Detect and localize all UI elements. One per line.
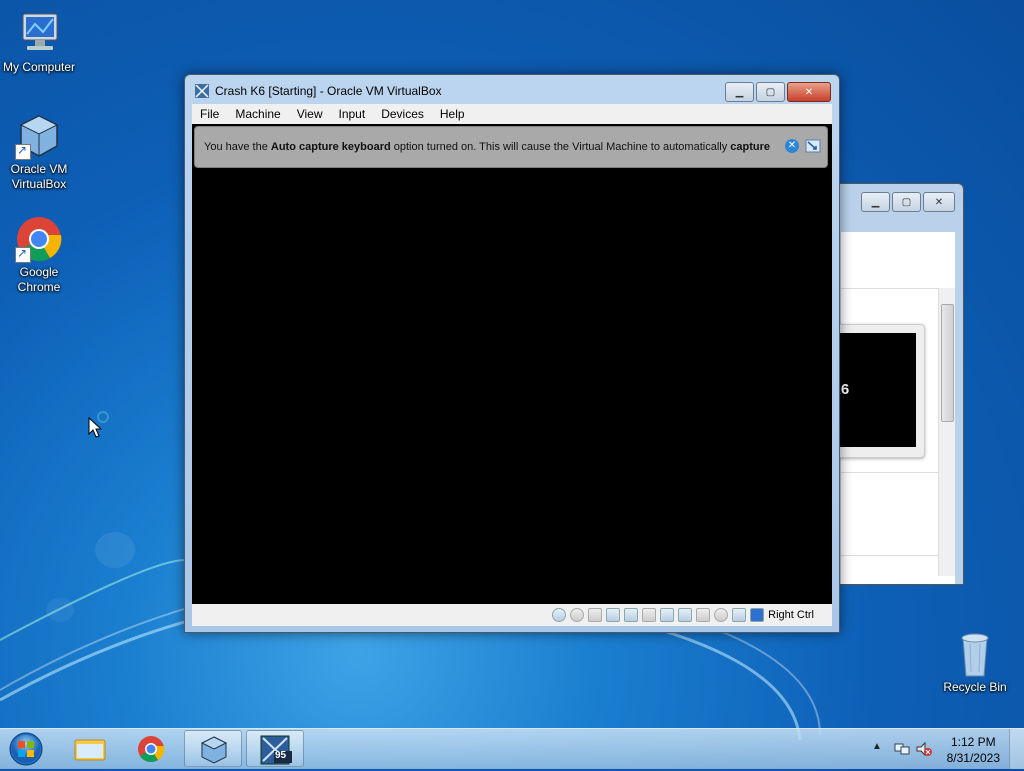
keyboard-capture-icon[interactable] [750, 608, 765, 622]
menu-view[interactable]: View [289, 107, 331, 121]
folder-icon [74, 739, 106, 761]
vm-os-badge: 95 [275, 750, 287, 761]
desktop-icon-virtualbox[interactable]: Oracle VM VirtualBox [0, 112, 78, 192]
desktop-icon-chrome[interactable]: Google Chrome [0, 215, 78, 295]
vm-window[interactable]: Crash K6 [Starting] - Oracle VM VirtualB… [184, 74, 840, 633]
menu-bar: File Machine View Input Devices Help [192, 104, 832, 124]
desktop-icon-label: My Computer [2, 60, 76, 74]
vertical-scrollbar[interactable] [938, 288, 955, 576]
volume-muted-icon[interactable] [916, 741, 932, 757]
recycle-bin-icon [961, 633, 989, 677]
display-icon[interactable] [678, 608, 693, 622]
notice-pin-icon[interactable] [805, 139, 821, 153]
hard-disk-icon[interactable] [552, 608, 567, 622]
desktop-icon-label: Google Chrome [17, 265, 61, 294]
notice-close-icon[interactable]: ✕ [785, 139, 799, 153]
vm-preview-thumbnail: K6 [833, 324, 925, 458]
clock-date: 8/31/2023 [946, 751, 1000, 765]
taskbar-chrome[interactable] [122, 730, 180, 767]
notice-text: You have the Auto capture keyboard optio… [204, 141, 771, 153]
menu-input[interactable]: Input [331, 107, 374, 121]
minimize-button[interactable]: ▁ [725, 82, 754, 102]
menu-machine[interactable]: Machine [227, 107, 288, 121]
vm-status-bar: Right Ctrl [192, 604, 832, 626]
clock[interactable]: 1:12 PM 8/31/2023 [947, 734, 1000, 766]
mouse-cursor-busy-icon [88, 411, 109, 438]
desktop-icon-label: Oracle VM VirtualBox [10, 162, 68, 191]
shared-folders-icon[interactable] [660, 608, 675, 622]
taskbar-explorer[interactable] [60, 730, 118, 767]
virtualbox-app-icon [195, 84, 209, 98]
mouse-integration-icon[interactable] [732, 608, 747, 622]
window-title: Crash K6 [Starting] - Oracle VM VirtualB… [215, 84, 442, 98]
usb-icon[interactable] [642, 608, 657, 622]
desktop-icon-label: Recycle Bin [943, 680, 1007, 694]
menu-file[interactable]: File [192, 107, 227, 121]
close-button[interactable]: ✕ [787, 82, 831, 102]
virtualbox-manager-window[interactable]: ▁ ▢ ✕ K6 [832, 183, 964, 585]
shortcut-arrow-icon [15, 246, 31, 263]
show-desktop-button[interactable] [1009, 729, 1024, 769]
maximize-button[interactable]: ▢ [892, 192, 921, 212]
floppy-icon[interactable] [588, 608, 603, 622]
clock-time: 1:12 PM [950, 735, 996, 749]
vm-display[interactable]: You have the Auto capture keyboard optio… [192, 124, 832, 604]
recording-icon[interactable] [696, 608, 711, 622]
start-button[interactable] [4, 730, 48, 768]
host-key-label: Right Ctrl [768, 609, 814, 621]
close-button[interactable]: ✕ [923, 192, 955, 212]
virtualization-icon[interactable] [714, 608, 729, 622]
taskbar-virtualbox-manager[interactable] [184, 730, 242, 767]
monitor-icon [22, 13, 58, 50]
auto-capture-notice: You have the Auto capture keyboard optio… [194, 126, 828, 168]
optical-drive-icon[interactable] [570, 608, 585, 622]
chrome-icon [138, 736, 165, 763]
desktop-icon-recycle-bin[interactable]: Recycle Bin [936, 630, 1014, 695]
taskbar-vm-crash-k6[interactable]: 95 [246, 730, 304, 767]
minimize-button[interactable]: ▁ [861, 192, 890, 212]
system-tray: ▲ 1:12 PM 8/31/2023 [864, 729, 1024, 769]
desktop-icon-my-computer[interactable]: My Computer [0, 10, 78, 75]
virtualbox-cube-icon [200, 736, 228, 764]
taskbar: 95 ▲ 1:12 PM 8/31/2023 [0, 728, 1024, 769]
network-icon[interactable] [624, 608, 639, 622]
shortcut-arrow-icon [15, 143, 31, 160]
audio-icon[interactable] [606, 608, 621, 622]
maximize-button[interactable]: ▢ [756, 82, 785, 102]
menu-devices[interactable]: Devices [373, 107, 432, 121]
network-tray-icon[interactable] [894, 741, 910, 757]
show-hidden-icons[interactable]: ▲ [872, 741, 882, 752]
menu-help[interactable]: Help [432, 107, 473, 121]
manager-content: K6 [833, 232, 955, 584]
